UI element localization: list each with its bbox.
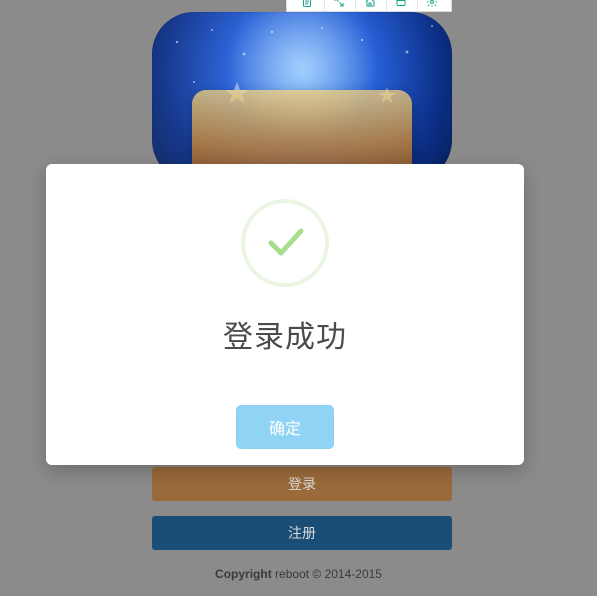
footer: Copyright reboot © 2014-2015 [0,567,597,581]
toolbar-settings-button[interactable] [417,0,445,11]
settings-icon [426,0,438,12]
toolbar-home-button[interactable] [355,0,383,11]
game-app-icon [152,12,452,182]
window-icon [395,0,407,12]
home-icon [364,0,376,12]
toolbar-expand-button[interactable] [324,0,352,11]
footer-copyright-label: Copyright [215,567,272,581]
success-indicator [241,199,329,287]
login-success-dialog: 登录成功 确定 [46,164,524,465]
toolbar-window-button[interactable] [386,0,414,11]
checkmark-icon [257,213,313,273]
document-icon [301,0,313,12]
confirm-button[interactable]: 确定 [236,405,334,449]
top-toolbar [286,0,452,12]
expand-icon [333,0,345,12]
toolbar-document-button[interactable] [293,0,321,11]
footer-text: reboot © 2014-2015 [275,567,382,581]
app-page: 登录 注册 Copyright reboot © 2014-2015 登录成功 … [0,0,597,596]
login-button[interactable]: 登录 [152,467,452,501]
dialog-title: 登录成功 [223,320,347,355]
register-button[interactable]: 注册 [152,516,452,550]
